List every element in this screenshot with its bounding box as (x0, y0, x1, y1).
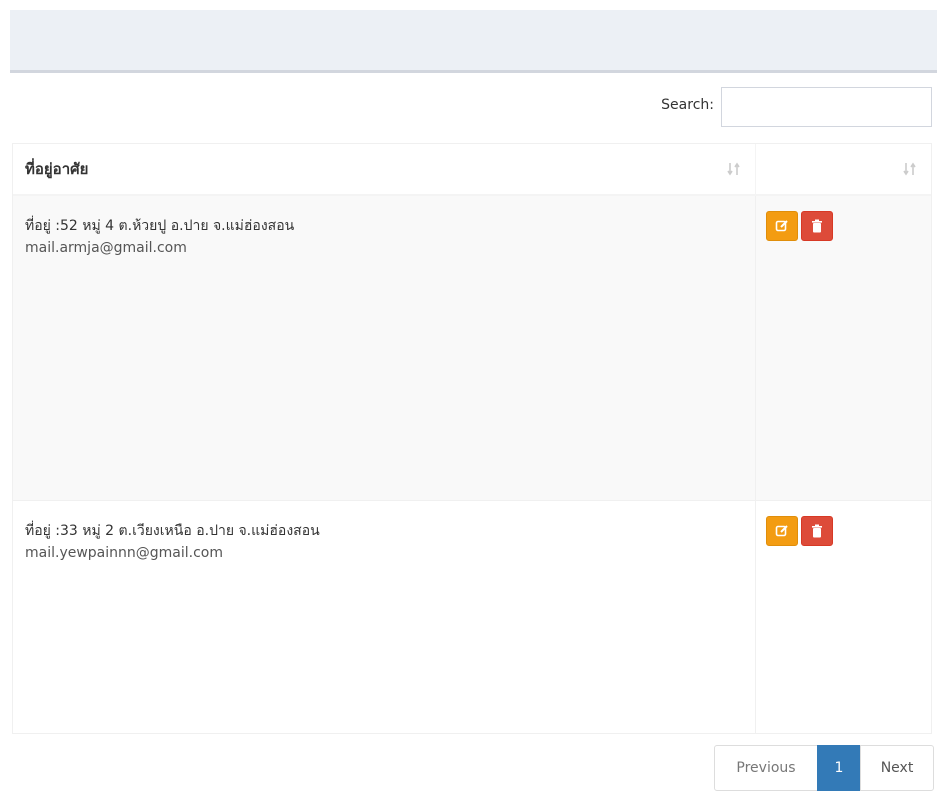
email-text: mail.yewpainnn@gmail.com (25, 545, 224, 561)
trash-icon (812, 219, 823, 233)
data-table: ที่อยู่อาศัย ที่อยู่ :52 หมู่ 4 ต.ห้วยปู… (12, 143, 932, 734)
edit-icon (776, 220, 789, 232)
edit-icon (776, 525, 789, 537)
edit-button[interactable] (766, 516, 799, 546)
column-header-actions[interactable] (756, 144, 931, 194)
edit-button[interactable] (766, 211, 799, 241)
next-page-button[interactable]: Next (860, 745, 934, 791)
pagination: Previous 1 Next (714, 745, 934, 791)
trash-icon (812, 524, 823, 538)
header-divider (10, 70, 937, 73)
table-row: ที่อยู่ :33 หมู่ 2 ต.เวียงเหนือ อ.ปาย จ.… (13, 501, 931, 733)
table-row: ที่อยู่ :52 หมู่ 4 ต.ห้วยปู อ.ปาย จ.แม่ฮ… (13, 196, 931, 501)
actions-cell (756, 501, 931, 733)
column-header-label: ที่อยู่อาศัย (25, 160, 89, 178)
search-input[interactable] (721, 87, 932, 127)
sort-icon (725, 160, 743, 178)
actions-cell (756, 196, 931, 500)
sort-icon (901, 160, 919, 178)
search-label: Search: (661, 97, 714, 113)
address-text: ที่อยู่ :52 หมู่ 4 ต.ห้วยปู อ.ปาย จ.แม่ฮ… (25, 218, 295, 234)
delete-button[interactable] (801, 211, 834, 241)
email-text: mail.armja@gmail.com (25, 240, 187, 256)
page-1-button[interactable]: 1 (817, 745, 861, 791)
column-header-address[interactable]: ที่อยู่อาศัย (13, 144, 757, 194)
previous-page-button[interactable]: Previous (714, 745, 818, 791)
address-cell: ที่อยู่ :52 หมู่ 4 ต.ห้วยปู อ.ปาย จ.แม่ฮ… (13, 196, 757, 500)
address-text: ที่อยู่ :33 หมู่ 2 ต.เวียงเหนือ อ.ปาย จ.… (25, 523, 320, 539)
delete-button[interactable] (801, 516, 834, 546)
address-cell: ที่อยู่ :33 หมู่ 2 ต.เวียงเหนือ อ.ปาย จ.… (13, 501, 757, 733)
table-header-row: ที่อยู่อาศัย (13, 144, 931, 196)
content-header (10, 10, 937, 70)
